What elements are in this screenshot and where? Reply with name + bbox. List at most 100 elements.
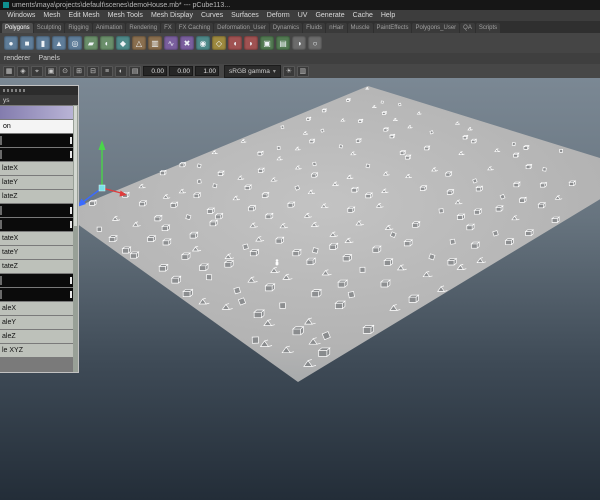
pyramid-primitive-icon[interactable]: △ bbox=[132, 36, 146, 50]
input-connections-icon[interactable]: ⊞ bbox=[73, 65, 85, 77]
point-snap-icon[interactable]: ⌖ bbox=[31, 65, 43, 77]
viewport-canvas[interactable] bbox=[0, 78, 600, 500]
scatter-house bbox=[305, 116, 312, 121]
scatter-house bbox=[305, 257, 317, 265]
helix-primitive-icon[interactable]: ∿ bbox=[164, 36, 178, 50]
attribute-row[interactable]: aleX bbox=[0, 302, 73, 315]
panel-title-bar[interactable] bbox=[0, 86, 78, 95]
separate-icon[interactable]: ▤ bbox=[276, 36, 290, 50]
attribute-row[interactable]: tateX bbox=[0, 232, 73, 245]
boolean-union-icon[interactable]: ◖ bbox=[228, 36, 242, 50]
shelf-tab-animation[interactable]: Animation bbox=[92, 23, 126, 33]
menu-curves[interactable]: Curves bbox=[197, 12, 227, 19]
menu-uv[interactable]: UV bbox=[294, 12, 312, 19]
platonic-primitive-icon[interactable]: ◆ bbox=[116, 36, 130, 50]
scrollbar-thumb[interactable] bbox=[74, 106, 77, 227]
attribute-slider[interactable] bbox=[0, 288, 73, 301]
scatter-house bbox=[423, 145, 431, 151]
superellipse-primitive-icon[interactable]: ◇ bbox=[212, 36, 226, 50]
shelf-tab-fluids[interactable]: Fluids bbox=[303, 23, 326, 33]
panel-menu-renderer[interactable]: renderer bbox=[4, 55, 30, 62]
extract-icon[interactable]: ◑ bbox=[292, 36, 306, 50]
scatter-house bbox=[182, 288, 194, 297]
attribute-slider[interactable] bbox=[0, 148, 73, 161]
manipulator-center-handle[interactable] bbox=[98, 184, 106, 192]
attribute-row[interactable]: lateX bbox=[0, 162, 73, 175]
menu-surfaces[interactable]: Surfaces bbox=[227, 12, 263, 19]
attribute-slider[interactable] bbox=[0, 204, 73, 217]
shelf-tab-polygons-user[interactable]: Polygons_User bbox=[412, 23, 460, 33]
view-transform-icon[interactable]: ▥ bbox=[296, 65, 309, 77]
cube-primitive-icon[interactable]: ■ bbox=[20, 36, 34, 50]
coord-x-field[interactable] bbox=[143, 66, 167, 76]
disc-primitive-icon[interactable]: ◐ bbox=[100, 36, 114, 50]
coord-z-field[interactable] bbox=[195, 66, 219, 76]
shelf-tab-sculpting[interactable]: Sculpting bbox=[33, 23, 65, 33]
combine-icon[interactable]: ▣ bbox=[260, 36, 274, 50]
shelf-tab-scripts[interactable]: Scripts bbox=[475, 23, 501, 33]
attribute-row[interactable]: lateZ bbox=[0, 190, 73, 203]
shelf-tab-dynamics[interactable]: Dynamics bbox=[269, 23, 303, 33]
shelf-tab-muscle[interactable]: Muscle bbox=[347, 23, 373, 33]
shelf-tab-rendering[interactable]: Rendering bbox=[126, 23, 161, 33]
menu-help[interactable]: Help bbox=[377, 12, 399, 19]
view-plane-snap-icon[interactable]: ▣ bbox=[45, 65, 57, 77]
gear-primitive-icon[interactable]: ✖ bbox=[180, 36, 194, 50]
shelf-tab-qa[interactable]: QA bbox=[460, 23, 475, 33]
curve-snap-icon[interactable]: ◈ bbox=[17, 65, 29, 77]
attribute-row[interactable]: le XYZ bbox=[0, 344, 73, 357]
menu-mesh[interactable]: Mesh bbox=[39, 12, 64, 19]
boolean-difference-icon[interactable]: ◗ bbox=[244, 36, 258, 50]
output-connections-icon[interactable]: ⊟ bbox=[87, 65, 99, 77]
grid-snap-icon[interactable]: ▦ bbox=[3, 65, 15, 77]
shelf-tab-fx-caching[interactable]: FX Caching bbox=[175, 23, 214, 33]
scatter-house bbox=[129, 251, 140, 259]
attribute-row[interactable]: tateZ bbox=[0, 260, 73, 273]
attribute-row[interactable]: tateY bbox=[0, 246, 73, 259]
attribute-group-row[interactable] bbox=[0, 106, 73, 119]
menu-generate[interactable]: Generate bbox=[311, 12, 348, 19]
shelf-tab-fx[interactable]: FX bbox=[161, 23, 175, 33]
ground-plane[interactable] bbox=[62, 86, 600, 382]
window-title-bar[interactable]: uments\maya\projects\default\scenes\demo… bbox=[0, 0, 600, 10]
attribute-slider[interactable] bbox=[0, 134, 73, 147]
menu-mesh-tools[interactable]: Mesh Tools bbox=[104, 12, 147, 19]
bookmark-icon[interactable]: ▤ bbox=[129, 65, 141, 77]
menu-deform[interactable]: Deform bbox=[263, 12, 294, 19]
cylinder-primitive-icon[interactable]: ▮ bbox=[36, 36, 50, 50]
menu-mesh-display[interactable]: Mesh Display bbox=[147, 12, 197, 19]
history-icon[interactable]: ≡ bbox=[101, 65, 113, 77]
attribute-row[interactable]: lateY bbox=[0, 176, 73, 189]
gamma-dropdown[interactable]: sRGB gamma ▾ bbox=[224, 64, 281, 78]
pipe-primitive-icon[interactable]: ▥ bbox=[148, 36, 162, 50]
manipulator-y-arrow[interactable] bbox=[98, 140, 106, 150]
menu-windows[interactable]: Windows bbox=[3, 12, 39, 19]
scatter-house bbox=[247, 204, 257, 212]
coord-y-field[interactable] bbox=[169, 66, 193, 76]
attribute-slider[interactable] bbox=[0, 218, 73, 231]
shelf-tab-rigging[interactable]: Rigging bbox=[65, 23, 92, 33]
menu-cache[interactable]: Cache bbox=[349, 12, 377, 19]
panel-scrollbar[interactable] bbox=[73, 105, 78, 372]
plane-primitive-icon[interactable]: ▰ bbox=[84, 36, 98, 50]
shelf-tab-nhair[interactable]: nHair bbox=[326, 23, 347, 33]
shelf-tab-painteffects[interactable]: PaintEffects bbox=[373, 23, 412, 33]
shelf-tab-polygons[interactable]: Polygons bbox=[2, 23, 33, 33]
cone-primitive-icon[interactable]: ▲ bbox=[52, 36, 66, 50]
soccerball-primitive-icon[interactable]: ◉ bbox=[196, 36, 210, 50]
shelf-tab-deformation-user[interactable]: Deformation_User bbox=[214, 23, 269, 33]
attribute-row[interactable]: aleZ bbox=[0, 330, 73, 343]
attribute-row[interactable]: aleY bbox=[0, 316, 73, 329]
fill-hole-icon[interactable]: ○ bbox=[308, 36, 322, 50]
attribute-slider[interactable] bbox=[0, 274, 73, 287]
make-live-icon[interactable]: ⊙ bbox=[59, 65, 71, 77]
torus-primitive-icon[interactable]: ◎ bbox=[68, 36, 82, 50]
panel-menu-panels[interactable]: Panels bbox=[38, 55, 59, 62]
camera-icon[interactable]: ◐ bbox=[115, 65, 127, 77]
selected-attribute-row[interactable]: on bbox=[0, 120, 73, 133]
menu-edit-mesh[interactable]: Edit Mesh bbox=[65, 12, 104, 19]
exposure-icon[interactable]: ☀ bbox=[282, 65, 295, 77]
scatter-house bbox=[380, 279, 391, 288]
viewport[interactable] bbox=[0, 78, 600, 500]
sphere-primitive-icon[interactable]: ● bbox=[4, 36, 18, 50]
